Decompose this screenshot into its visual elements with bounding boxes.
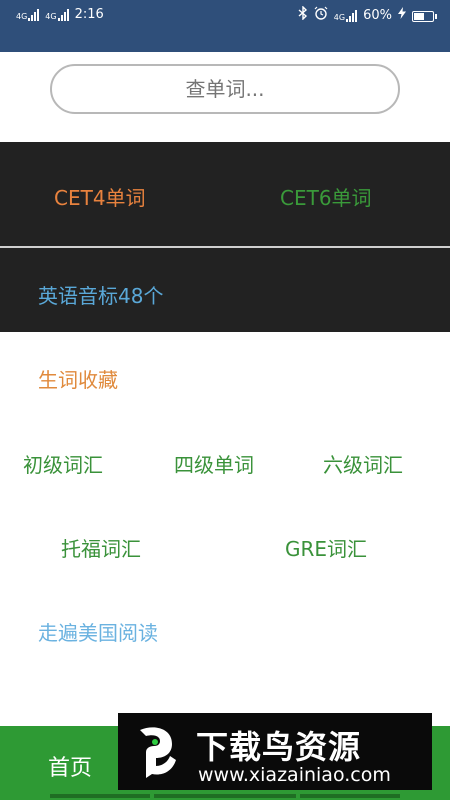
tab-home[interactable]: 首页 [48, 750, 92, 782]
phonetics-button[interactable]: 英语音标48个 [38, 280, 163, 309]
cet4-vocab-button[interactable]: 四级单词 [174, 449, 254, 478]
search-input[interactable] [50, 64, 400, 114]
alarm-icon [314, 6, 328, 26]
bluetooth-icon [298, 5, 308, 26]
watermark-title: 下载鸟资源 [196, 728, 362, 766]
cet6-vocab-button[interactable]: 六级词汇 [323, 449, 403, 478]
watermark-url: www.xiazainiao.com [198, 764, 391, 786]
bird-logo-icon [126, 722, 186, 782]
toefl-vocab-button[interactable]: 托福词汇 [61, 533, 141, 562]
cet6-words-button[interactable]: CET6单词 [280, 182, 372, 211]
signal-icon: 4G [16, 9, 40, 21]
battery-fill [414, 12, 425, 20]
tab-indicator-2 [154, 794, 296, 798]
tab-indicator-3 [300, 794, 400, 798]
reading-button[interactable]: 走遍美国阅读 [38, 617, 158, 646]
network-type-3: 4G [333, 13, 346, 22]
status-left: 4G 4G 2:16 [16, 6, 104, 24]
search-area [0, 52, 450, 142]
signal-icon-3: 4G [333, 10, 358, 22]
gre-vocab-button[interactable]: GRE词汇 [285, 533, 367, 562]
charging-icon [398, 7, 406, 25]
network-type-1: 4G [16, 12, 28, 21]
status-bar: 4G 4G 2:16 4G 60% [0, 0, 450, 52]
network-type-2: 4G [45, 12, 57, 21]
battery-icon [412, 10, 437, 22]
signal-icon-2: 4G [45, 9, 69, 21]
battery-percent: 60% [363, 8, 392, 23]
status-time: 2:16 [74, 7, 104, 22]
basic-vocab-button[interactable]: 初级词汇 [23, 449, 103, 478]
tab-indicator-1 [50, 794, 150, 798]
cet4-words-button[interactable]: CET4单词 [54, 182, 146, 211]
favorites-button[interactable]: 生词收藏 [38, 364, 118, 393]
status-right: 4G 60% [298, 5, 437, 26]
